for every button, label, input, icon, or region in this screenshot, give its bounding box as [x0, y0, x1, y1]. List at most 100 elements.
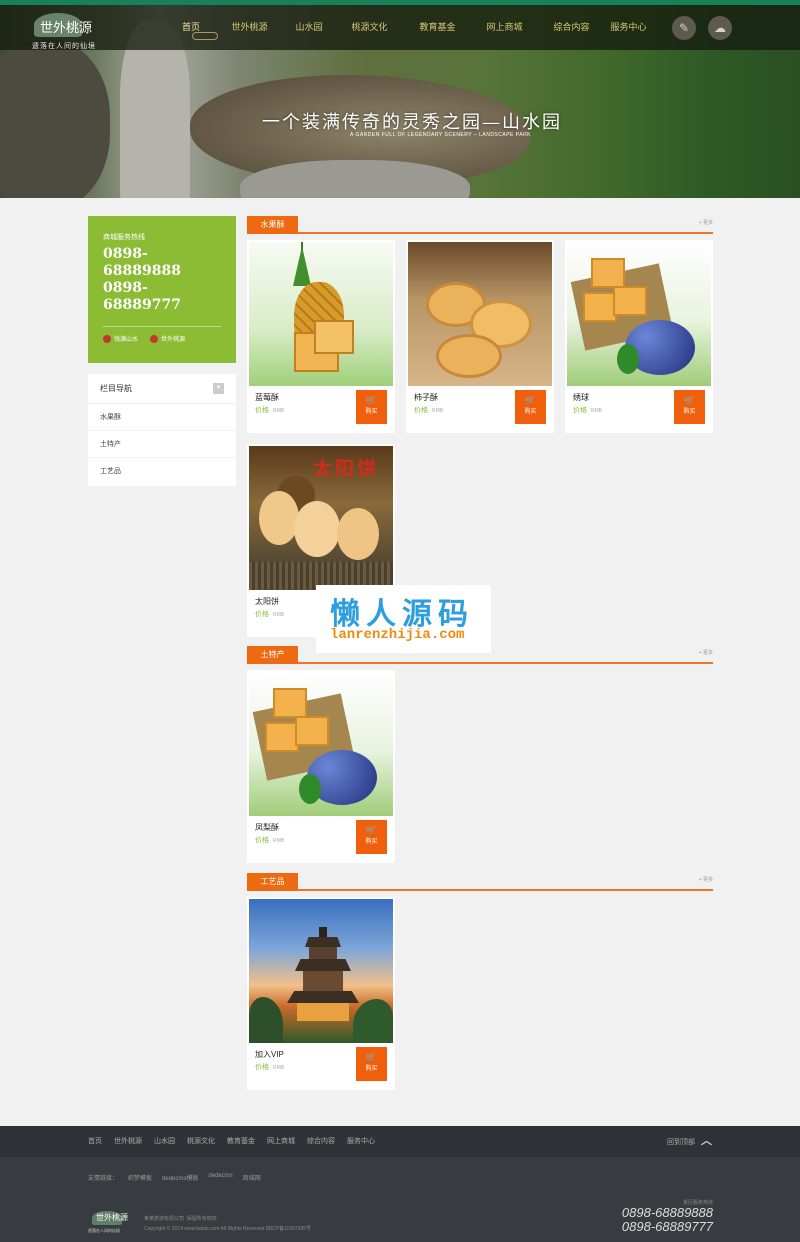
buy-button[interactable]: 🛒 购买	[356, 390, 387, 424]
category-item[interactable]: 水果酥	[88, 404, 236, 431]
friend-links: 友情链接： 织梦模板 dedecms模板 dedecms 商城网	[88, 1173, 271, 1182]
price-label: 价格	[255, 611, 269, 618]
more-link[interactable]: + 更多	[699, 649, 713, 656]
avatar-icon	[150, 334, 159, 343]
friend-link[interactable]: dedecms模板	[162, 1173, 198, 1182]
footer: 友情链接： 织梦模板 dedecms模板 dedecms 商城网 世外桃源 遗落…	[0, 1157, 800, 1242]
nav-fund[interactable]: 教育基金	[404, 12, 471, 42]
cart-icon: 🛒	[365, 395, 378, 405]
footer-link[interactable]: 桃源文化	[187, 1126, 215, 1157]
category-nav-title: 栏目导航	[100, 384, 132, 393]
friend-link[interactable]: 织梦模板	[128, 1173, 152, 1182]
cart-icon: 🛒	[524, 395, 537, 405]
footer-logo[interactable]: 世外桃源 遗落在人间的仙境	[88, 1209, 138, 1237]
buy-label: 购买	[365, 839, 378, 845]
copyright-text: Copyright © 2014 www.baidu.com All Right…	[144, 1226, 312, 1232]
hero-banner: 世外桃源 遗落在人间的仙境 首页 世外桃源 山水园 桃源文化 教育基金 网上商城…	[0, 0, 800, 198]
product-image[interactable]	[408, 242, 552, 386]
main-nav: 首页 世外桃源 山水园 桃源文化 教育基金 网上商城 综合内容 服务中心	[166, 12, 652, 42]
friend-link[interactable]: dedecms	[208, 1173, 232, 1182]
product-name[interactable]: 加入VIP	[255, 1049, 284, 1060]
footer-link[interactable]: 首页	[88, 1126, 102, 1157]
more-link[interactable]: + 更多	[699, 219, 713, 226]
footer-link[interactable]: 教育基金	[227, 1126, 255, 1157]
section-title[interactable]: 水果酥	[247, 216, 298, 234]
nav-content[interactable]: 综合内容	[538, 12, 605, 42]
price-label: 价格	[255, 407, 269, 414]
buy-label: 购买	[524, 409, 537, 415]
product-price: 价格 RMB	[255, 1062, 284, 1072]
product-image[interactable]	[249, 899, 393, 1043]
nav-service[interactable]: 服务中心	[605, 12, 652, 42]
buy-button[interactable]: 🛒 购买	[674, 390, 705, 424]
buy-button[interactable]: 🛒 购买	[356, 1047, 387, 1081]
product-name[interactable]: 绣球	[573, 392, 589, 403]
wechat-icon[interactable]: ☁	[708, 16, 732, 40]
currency: RMB	[432, 408, 444, 414]
hotline-numbers: 0898-68889888 0898-68889777	[103, 246, 223, 314]
site-logo[interactable]: 世外桃源 遗落在人间的仙境	[30, 9, 110, 51]
category-nav: 栏目导航 ▼ 水果酥 土特产 工艺品	[88, 374, 236, 486]
product-name[interactable]: 太阳饼	[255, 596, 279, 607]
footer-hotline: 景区服务热线 0898-68889888 0898-68889777	[622, 1199, 713, 1234]
hotline-link-2[interactable]: 世外桃源	[150, 334, 185, 343]
friend-links-label: 友情链接：	[88, 1176, 119, 1182]
category-nav-header[interactable]: 栏目导航 ▼	[88, 374, 236, 404]
product-card[interactable]: 加入VIP 价格 RMB 🛒 购买	[247, 897, 395, 1090]
back-to-top[interactable]: 回到顶部 ︿	[667, 1126, 712, 1158]
product-card[interactable]: 蓝莓酥 价格 RMB 🛒 购买	[247, 240, 395, 433]
category-item[interactable]: 工艺品	[88, 458, 236, 485]
hotline-number-2: 0898-68889777	[103, 280, 181, 313]
product-name[interactable]: 凤梨酥	[255, 822, 279, 833]
product-image[interactable]	[567, 242, 711, 386]
product-image[interactable]	[249, 672, 393, 816]
avatar-icon	[103, 334, 111, 343]
footer-hotline-number: 0898-68889888	[621, 1205, 713, 1220]
buy-label: 购买	[683, 409, 696, 415]
currency: RMB	[273, 838, 285, 844]
buy-label: 购买	[365, 1066, 378, 1072]
chevron-up-icon: ︿	[701, 1135, 712, 1147]
hotline-label: 商城服务热线	[103, 234, 145, 241]
nav-shop[interactable]: 网上商城	[471, 12, 538, 42]
logo-name: 世外桃源	[40, 21, 93, 36]
weibo-icon[interactable]: ✎	[672, 16, 696, 40]
product-card[interactable]: 凤梨酥 价格 RMB 🛒 购买	[247, 670, 395, 863]
nav-culture[interactable]: 桃源文化	[335, 12, 404, 42]
section-header: 工艺品 + 更多	[247, 873, 713, 891]
footer-link[interactable]: 综合内容	[307, 1126, 335, 1157]
company-name: 某某旅游有限公司	[144, 1216, 185, 1222]
friend-link[interactable]: 商城网	[243, 1173, 261, 1182]
cart-icon: 🛒	[365, 1052, 378, 1062]
price-label: 价格	[255, 837, 269, 844]
buy-button[interactable]: 🛒 购买	[515, 390, 546, 424]
banner-slogan-en: A GARDEN FULL OF LEGENDARY SCENERY – LAN…	[350, 132, 532, 138]
category-item[interactable]: 土特产	[88, 431, 236, 458]
hotline-link-1[interactable]: 钱满山水	[103, 334, 138, 343]
product-price: 价格 RMB	[414, 405, 443, 415]
footer-link[interactable]: 山水园	[154, 1126, 175, 1157]
buy-button[interactable]: 🛒 购买	[356, 820, 387, 854]
price-label: 价格	[414, 407, 428, 414]
product-image[interactable]: 太阳饼	[249, 446, 393, 590]
product-name[interactable]: 柿子酥	[414, 392, 438, 403]
price-label: 价格	[255, 1064, 269, 1071]
footer-links: 首页 世外桃源 山水园 桃源文化 教育基金 网上商城 综合内容 服务中心	[88, 1126, 387, 1157]
nav-landscape[interactable]: 山水园	[283, 12, 335, 42]
collapse-toggle-icon[interactable]: ▼	[213, 383, 224, 394]
footer-link[interactable]: 网上商城	[267, 1126, 295, 1157]
more-link[interactable]: + 更多	[699, 876, 713, 883]
banner-slogan: 一个装满传奇的灵秀之园—山水园	[262, 112, 562, 133]
section-title[interactable]: 工艺品	[247, 873, 298, 891]
product-card[interactable]: 绣球 价格 RMB 🛒 购买	[565, 240, 713, 433]
footer-link[interactable]: 服务中心	[347, 1126, 375, 1157]
section-title[interactable]: 土特产	[247, 646, 298, 664]
buy-label: 购买	[365, 409, 378, 415]
product-image[interactable]	[249, 242, 393, 386]
currency: RMB	[273, 408, 285, 414]
nav-paradise[interactable]: 世外桃源	[216, 12, 283, 42]
product-name[interactable]: 蓝莓酥	[255, 392, 279, 403]
footer-link[interactable]: 世外桃源	[114, 1126, 142, 1157]
product-card[interactable]: 柿子酥 价格 RMB 🛒 购买	[406, 240, 554, 433]
product-price: 价格 RMB	[255, 405, 284, 415]
